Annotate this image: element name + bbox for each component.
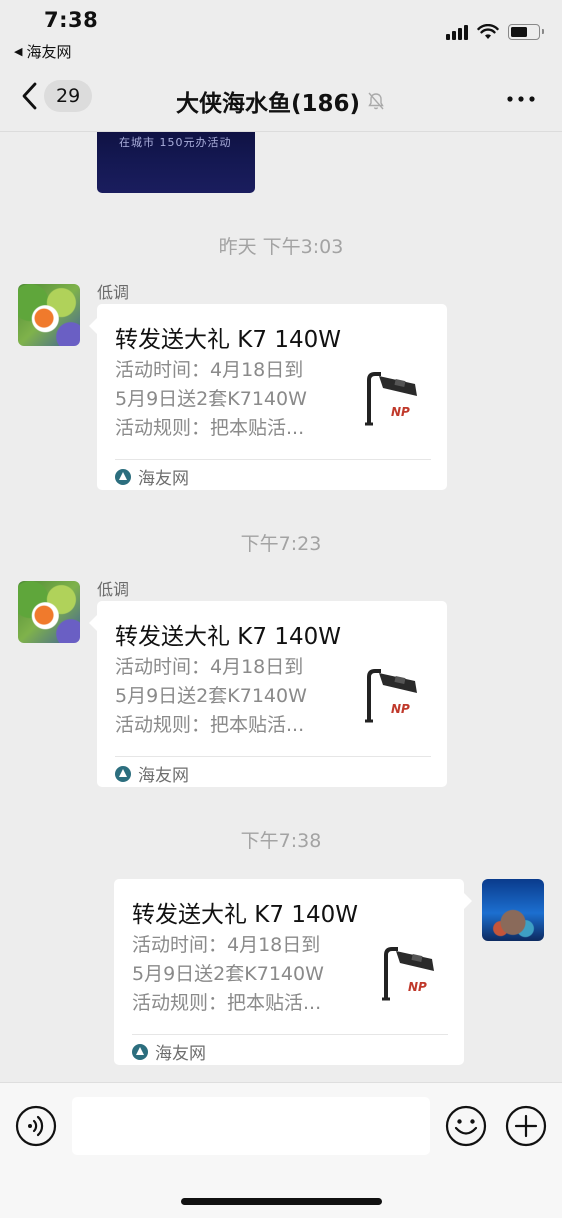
bell-slash-icon (368, 92, 384, 110)
card-title: 转发送大礼 K7 140W (132, 902, 358, 928)
card-desc-line: 5月9日送2套K7140W (115, 685, 307, 707)
card-title: 转发送大礼 K7 140W (115, 624, 341, 650)
chat-title-text: 大侠海水鱼(186) (175, 91, 361, 117)
link-card-message[interactable]: 转发送大礼 K7 140W 活动时间：4月18日到 5月9日送2套K7140W … (114, 879, 472, 1065)
sender-avatar[interactable] (18, 284, 80, 346)
lamp-product-thumbnail: NP (376, 941, 442, 1011)
lamp-product-thumbnail: NP (359, 366, 425, 436)
card-divider (132, 1034, 448, 1035)
card-desc-line: 活动时间：4月18日到 (115, 359, 304, 381)
thumb-brand-text: NP (391, 702, 410, 716)
lamp-product-thumbnail: NP (359, 663, 425, 733)
source-logo-icon (132, 1043, 148, 1060)
link-card-message[interactable]: 转发送大礼 K7 140W 活动时间：4月18日到 5月9日送2套K7140W … (89, 304, 447, 490)
home-indicator[interactable] (181, 1198, 382, 1205)
card-desc-line: 活动时间：4月18日到 (132, 934, 321, 956)
back-triangle-icon: ◀ (14, 45, 23, 58)
card-description: 活动时间：4月18日到 5月9日送2套K7140W 活动规则：把本贴活... (115, 653, 337, 740)
my-avatar[interactable] (482, 879, 544, 941)
card-source: 海友网 (115, 464, 189, 489)
back-app-label: 海友网 (26, 43, 72, 61)
source-logo-icon (115, 468, 131, 485)
link-card-message[interactable]: 转发送大礼 K7 140W 活动时间：4月18日到 5月9日送2套K7140W … (89, 601, 447, 787)
card-source-label: 海友网 (138, 469, 189, 489)
card-desc-line: 活动规则：把本贴活... (115, 417, 305, 439)
card-desc-line: 活动时间：4月18日到 (115, 656, 304, 678)
emoji-icon[interactable] (445, 1105, 487, 1147)
image-message[interactable]: 在城市 150元办活动 (97, 132, 255, 193)
card-divider (115, 756, 431, 757)
card-title: 转发送大礼 K7 140W (115, 327, 341, 353)
card-source: 海友网 (115, 761, 189, 786)
card-source: 海友网 (132, 1039, 206, 1064)
thumb-brand-text: NP (391, 405, 410, 419)
chat-nav-bar: 29 大侠海水鱼(186) (0, 66, 562, 132)
status-bar: 7:38 ◀ 海友网 (0, 0, 562, 66)
status-time: 7:38 (44, 8, 99, 32)
card-description: 活动时间：4月18日到 5月9日送2套K7140W 活动规则：把本贴活... (115, 356, 337, 443)
more-dots-icon[interactable] (506, 84, 536, 114)
chat-title: 大侠海水鱼(186) (0, 84, 562, 118)
sender-name: 低调 (97, 283, 130, 302)
voice-icon[interactable] (15, 1105, 57, 1147)
source-logo-icon (115, 765, 131, 782)
back-to-app-link[interactable]: ◀ 海友网 (14, 41, 71, 62)
sender-avatar[interactable] (18, 581, 80, 643)
cellular-signal-icon (446, 24, 468, 40)
chat-message-list[interactable]: 在城市 150元办活动 昨天 下午3:03 低调 转发送大礼 K7 140W 活… (0, 132, 562, 1082)
image-caption: 在城市 150元办活动 (119, 136, 232, 149)
card-desc-line: 5月9日送2套K7140W (132, 963, 324, 985)
wifi-icon (477, 24, 499, 39)
message-input[interactable] (72, 1097, 430, 1155)
message-timestamp: 昨天 下午3:03 (218, 236, 344, 258)
card-divider (115, 459, 431, 460)
thumb-brand-text: NP (408, 980, 427, 994)
status-icons (446, 24, 544, 40)
card-desc-line: 活动规则：把本贴活... (115, 714, 305, 736)
card-desc-line: 5月9日送2套K7140W (115, 388, 307, 410)
message-timestamp: 下午7:23 (240, 533, 322, 555)
message-timestamp: 下午7:38 (240, 830, 322, 852)
plus-icon[interactable] (505, 1105, 547, 1147)
card-source-label: 海友网 (155, 1044, 206, 1064)
battery-icon (508, 24, 544, 40)
card-desc-line: 活动规则：把本贴活... (132, 992, 322, 1014)
card-description: 活动时间：4月18日到 5月9日送2套K7140W 活动规则：把本贴活... (132, 931, 354, 1018)
sender-name: 低调 (97, 580, 130, 599)
card-source-label: 海友网 (138, 766, 189, 786)
